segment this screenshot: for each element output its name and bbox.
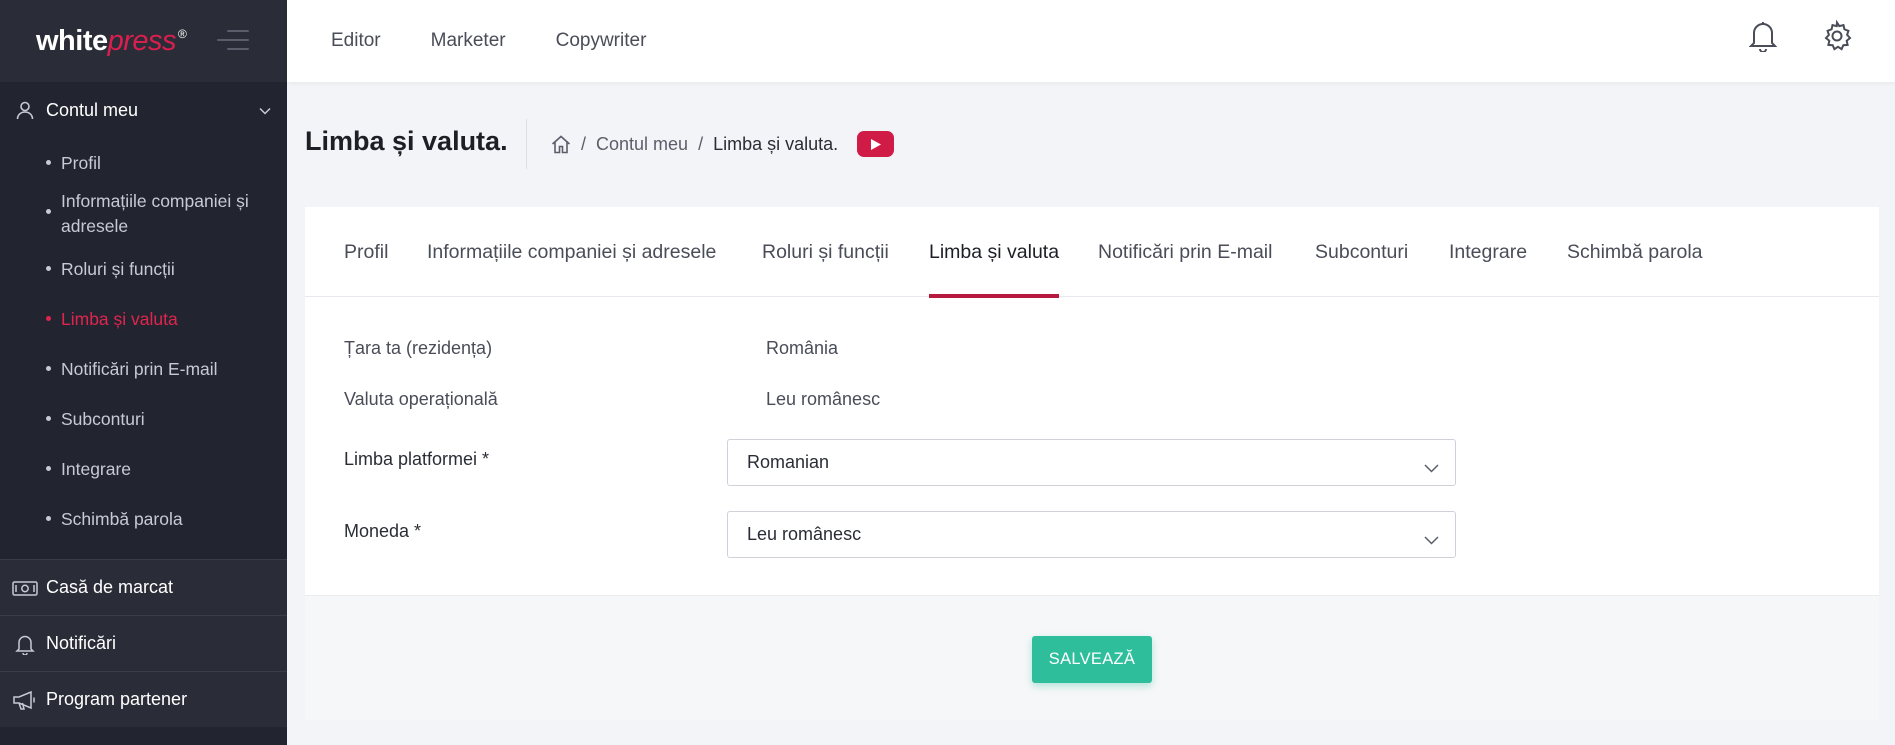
sidebar-item-label: Notificări prin E-mail xyxy=(61,359,218,379)
user-icon xyxy=(14,99,36,121)
sidebar-item-limba-valuta[interactable]: Limba și valuta xyxy=(0,301,287,351)
logo-text-white: white xyxy=(36,24,108,57)
bullet xyxy=(46,209,51,214)
form-row-operational-currency: Valuta operațională Leu românesc xyxy=(344,389,880,410)
bullet xyxy=(46,160,51,165)
sidebar-item-schimba-parola[interactable]: Schimbă parola xyxy=(0,501,287,551)
tab-informatii-companie[interactable]: Informațiile companiei și adresele xyxy=(427,207,716,297)
sidebar-item-integrare[interactable]: Integrare xyxy=(0,451,287,501)
page-title: Limba și valuta. xyxy=(305,126,508,156)
bullet xyxy=(46,466,51,471)
bullet xyxy=(46,366,51,371)
bullet xyxy=(46,266,51,271)
country-label: Țara ta (rezidența) xyxy=(344,338,493,358)
form-row-country: Țara ta (rezidența) România xyxy=(344,338,838,359)
sidebar-item-label: Schimbă parola xyxy=(61,509,183,529)
platform-language-select[interactable]: Romanian xyxy=(727,439,1456,486)
country-value: România xyxy=(766,338,839,358)
card-footer: SALVEAZĂ xyxy=(305,595,1879,720)
chevron-down-icon xyxy=(259,102,271,120)
megaphone-icon xyxy=(12,689,38,711)
sidebar-item-label: Informațiile companiei și adresele xyxy=(61,191,249,236)
sidebar-section-label: Program partener xyxy=(46,689,188,709)
sidebar-item-notificari-email[interactable]: Notificări prin E-mail xyxy=(0,351,287,401)
sidebar-item-label: Roluri și funcții xyxy=(61,259,175,279)
top-nav-editor[interactable]: Editor xyxy=(331,30,381,52)
platform-language-label: Limba platformei * xyxy=(344,449,490,469)
sidebar-menu-label: Contul meu xyxy=(46,99,139,120)
sidebar-item-informatii-companie[interactable]: Informațiile companiei și adresele xyxy=(0,185,287,251)
bell-icon[interactable] xyxy=(1745,18,1781,54)
menu-toggle-icon[interactable] xyxy=(217,30,249,50)
tab-integrare[interactable]: Integrare xyxy=(1449,207,1527,297)
whitepress-logo[interactable]: white press ® xyxy=(36,24,187,58)
bullet xyxy=(46,416,51,421)
operational-currency-label: Valuta operațională xyxy=(344,389,498,409)
sidebar-submenu: Profil Informațiile companiei și adresel… xyxy=(0,138,287,551)
tab-subconturi[interactable]: Subconturi xyxy=(1315,207,1408,297)
operational-currency-value: Leu românesc xyxy=(766,389,881,409)
bullet xyxy=(46,316,51,321)
breadcrumb: / Contul meu / Limba și valuta. xyxy=(551,131,895,157)
currency-value: Leu românesc xyxy=(747,524,862,544)
sidebar-item-subconturi[interactable]: Subconturi xyxy=(0,401,287,451)
sidebar-menu-contul-meu[interactable]: Contul meu xyxy=(0,82,287,138)
settings-card: Profil Informațiile companiei și adresel… xyxy=(305,207,1879,720)
home-icon[interactable] xyxy=(551,134,571,154)
sidebar-section-notificari[interactable]: Notificări xyxy=(0,615,287,671)
logo-registered-mark: ® xyxy=(178,26,187,41)
sidebar-item-label: Profil xyxy=(61,153,101,173)
cash-register-icon xyxy=(12,577,38,599)
sidebar: white press ® Contul meu Profil Informații… xyxy=(0,0,287,745)
tab-notificari-email[interactable]: Notificări prin E-mail xyxy=(1098,207,1272,297)
tab-profil[interactable]: Profil xyxy=(344,207,388,297)
breadcrumb-separator: / xyxy=(581,133,587,154)
top-icons xyxy=(1707,18,1855,54)
save-button[interactable]: SALVEAZĂ xyxy=(1032,636,1152,683)
tab-schimba-parola[interactable]: Schimbă parola xyxy=(1567,207,1703,297)
top-nav-marketer[interactable]: Marketer xyxy=(431,30,506,52)
sidebar-item-label: Integrare xyxy=(61,459,132,479)
sidebar-item-profil[interactable]: Profil xyxy=(0,142,287,185)
breadcrumb-current: Limba și valuta. xyxy=(713,133,839,154)
currency-select[interactable]: Leu românesc xyxy=(727,511,1456,558)
breadcrumb-contul-meu[interactable]: Contul meu xyxy=(596,134,688,155)
form-row-platform-language: Limba platformei * xyxy=(344,449,489,470)
sidebar-item-roluri[interactable]: Roluri și funcții xyxy=(0,251,287,301)
tab-limba-valuta[interactable]: Limba și valuta xyxy=(929,207,1060,298)
currency-label: Moneda * xyxy=(344,521,422,541)
top-nav: Editor Marketer Copywriter xyxy=(331,0,696,82)
breadcrumb-separator: / xyxy=(698,133,704,154)
tab-roluri-functii[interactable]: Roluri și funcții xyxy=(762,207,889,297)
bullet xyxy=(46,516,51,521)
form-row-currency: Moneda * xyxy=(344,521,421,542)
sidebar-item-label: Limba și valuta xyxy=(61,309,178,329)
logo-bar: white press ® xyxy=(0,0,287,82)
chevron-down-icon xyxy=(1424,529,1439,550)
youtube-icon[interactable] xyxy=(857,131,895,157)
title-divider xyxy=(526,119,527,169)
sidebar-item-label: Subconturi xyxy=(61,409,145,429)
logo-text-press: press xyxy=(107,24,177,57)
bell-icon xyxy=(12,633,38,655)
top-bar: Editor Marketer Copywriter xyxy=(287,0,1895,82)
top-nav-copywriter[interactable]: Copywriter xyxy=(556,30,647,52)
sidebar-section-casa-de-marcat[interactable]: Casă de marcat xyxy=(0,559,287,615)
tab-bar: Profil Informațiile companiei și adresel… xyxy=(305,207,1879,298)
platform-language-value: Romanian xyxy=(747,452,830,472)
gear-icon[interactable] xyxy=(1819,18,1855,54)
sidebar-section-label: Notificări xyxy=(46,633,117,653)
chevron-down-icon xyxy=(1424,457,1439,478)
sidebar-section-program-partener[interactable]: Program partener xyxy=(0,671,287,727)
sidebar-section-label: Casă de marcat xyxy=(46,577,174,597)
